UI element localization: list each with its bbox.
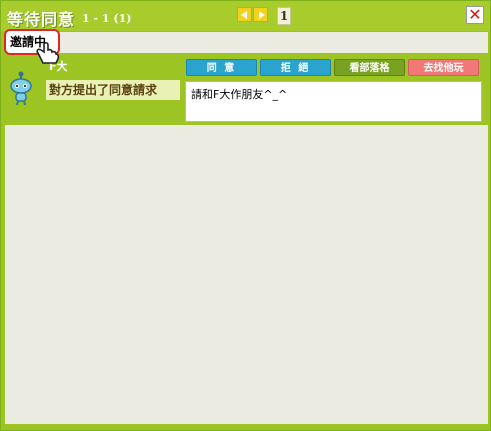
- hand-pointer-icon: [36, 41, 60, 64]
- request-status-label: 對方提出了同意請求: [46, 80, 180, 100]
- window-title: 等待同意: [7, 10, 76, 29]
- prev-arrow-icon[interactable]: [237, 7, 252, 22]
- dialog-window: 等待同意 1 - 1 (1) 1 ✕ 邀請中 F大 對方提出了同意請求 同 意 …: [0, 0, 491, 431]
- play-elsewhere-button[interactable]: 去找他玩: [408, 59, 479, 76]
- close-button[interactable]: ✕: [466, 5, 484, 24]
- bottom-bar: [1, 424, 490, 430]
- agree-button[interactable]: 同 意: [186, 59, 257, 76]
- reject-button[interactable]: 拒 絕: [260, 59, 331, 76]
- page-number[interactable]: 1: [277, 7, 291, 25]
- next-arrow-icon[interactable]: [253, 7, 268, 22]
- close-icon: ✕: [468, 5, 482, 24]
- page-count: 1 - 1 (1): [82, 12, 132, 25]
- view-blog-button[interactable]: 看部落格: [334, 59, 405, 76]
- avatar-icon: [10, 71, 32, 106]
- title-bar: 等待同意 1 - 1 (1) 1 ✕: [1, 1, 490, 31]
- request-message: 請和F大作朋友^_^: [185, 81, 482, 122]
